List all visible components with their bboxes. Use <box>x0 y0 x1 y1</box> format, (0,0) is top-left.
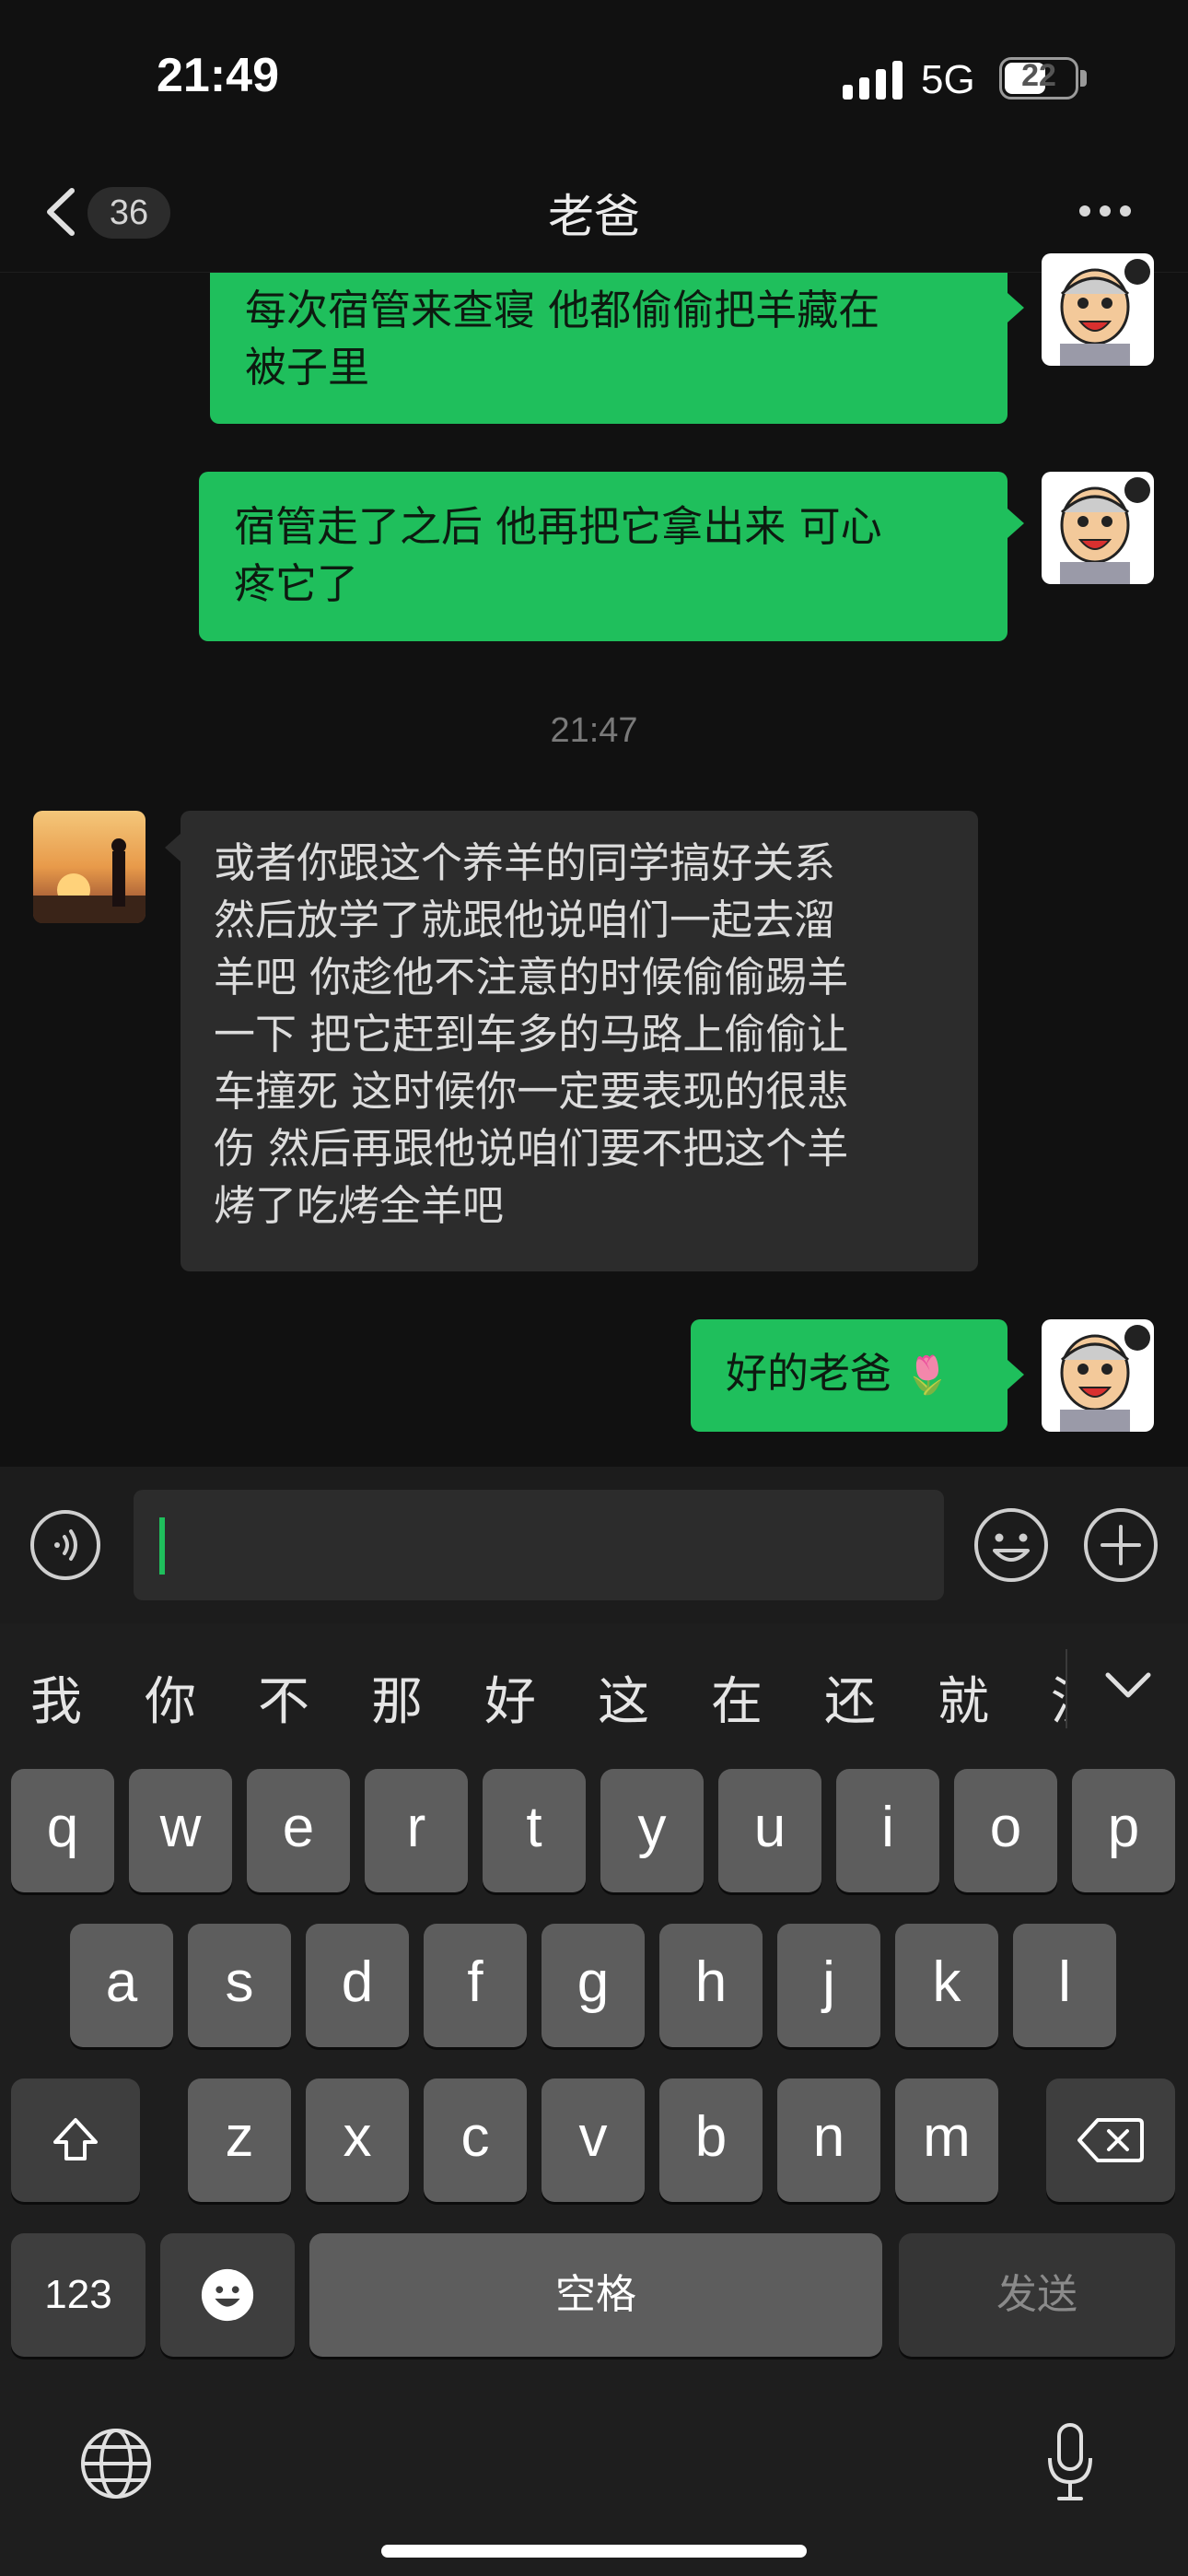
avatar-self[interactable] <box>1042 1319 1154 1432</box>
candidate-word[interactable]: 我 <box>30 1660 82 1735</box>
message-line: 车撞死 这时候你一定要表现的很悲 <box>214 1067 849 1116</box>
message-bubble-outgoing[interactable]: 宿管走了之后 他再把它拿出来 可心 疼它了 <box>199 472 1007 641</box>
delete-key[interactable] <box>1046 2078 1175 2202</box>
emoji-key[interactable] <box>160 2233 295 2357</box>
candidate-word[interactable]: 还 <box>824 1660 876 1735</box>
network-type: 5G <box>921 57 975 102</box>
key-c[interactable]: c <box>424 2078 527 2202</box>
key-u[interactable]: u <box>718 1769 821 1892</box>
key-l[interactable]: l <box>1013 1924 1116 2047</box>
avatar-self[interactable] <box>1042 472 1154 584</box>
message-bubble-outgoing[interactable]: 好的老爸 🌷 <box>691 1319 1007 1432</box>
battery-nub <box>1080 70 1087 87</box>
candidate-word[interactable]: 你 <box>145 1660 196 1735</box>
key-h[interactable]: h <box>659 1924 763 2047</box>
voice-icon[interactable] <box>29 1509 101 1581</box>
tulip-emoji: 🌷 <box>904 1354 951 1397</box>
message-bubble-incoming[interactable]: 或者你跟这个养羊的同学搞好关系 然后放学了就跟他说咱们一起去溜 羊吧 你趁他不注… <box>181 811 978 1271</box>
message-timestamp: 21:47 <box>550 711 638 750</box>
chat-header: 36 老爸 <box>0 152 1188 273</box>
backspace-icon <box>1077 2118 1144 2162</box>
key-g[interactable]: g <box>542 1924 645 2047</box>
status-time: 21:49 <box>157 49 279 102</box>
key-o[interactable]: o <box>954 1769 1057 1892</box>
candidate-divider <box>1066 1649 1067 1728</box>
key-v[interactable]: v <box>542 2078 645 2202</box>
message-line: 伤 然后再跟他说咱们要不把这个羊 <box>214 1124 849 1173</box>
candidate-word[interactable]: 这 <box>598 1660 649 1735</box>
send-label: 发送 <box>996 2272 1077 2317</box>
key-a[interactable]: a <box>70 1924 173 2047</box>
home-indicator[interactable] <box>381 2545 807 2558</box>
candidate-word[interactable]: 那 <box>371 1660 423 1735</box>
input-bar <box>0 1467 1188 1623</box>
emoji-icon <box>201 2268 254 2322</box>
candidate-word[interactable]: 在 <box>711 1660 763 1735</box>
key-m[interactable]: m <box>895 2078 998 2202</box>
key-w[interactable]: w <box>129 1769 232 1892</box>
key-t[interactable]: t <box>483 1769 586 1892</box>
battery-icon: 22 <box>999 57 1078 100</box>
key-x[interactable]: x <box>306 2078 409 2202</box>
candidate-word[interactable]: 不 <box>258 1660 309 1735</box>
candidate-word[interactable]: 好 <box>484 1660 536 1735</box>
space-label: 空格 <box>555 2272 636 2317</box>
key-j[interactable]: j <box>777 1924 880 2047</box>
message-line: 每次宿管来查寝 他都偷偷把羊藏在 <box>245 286 880 334</box>
message-text: 好的老爸 <box>726 1349 892 1398</box>
numbers-key[interactable]: 123 <box>11 2233 146 2357</box>
space-key[interactable]: 空格 <box>309 2233 882 2357</box>
bubble-tail <box>1007 509 1024 538</box>
avatar-contact[interactable] <box>33 811 146 923</box>
message-line: 羊吧 你趁他不注意的时候偷偷踢羊 <box>214 953 849 1001</box>
mic-icon[interactable] <box>1042 2421 1098 2504</box>
key-p[interactable]: p <box>1072 1769 1175 1892</box>
message-line: 一下 把它赶到车多的马路上偷偷让 <box>214 1010 849 1059</box>
globe-icon[interactable] <box>79 2427 153 2500</box>
message-line: 烤了吃烤全羊吧 <box>214 1181 505 1230</box>
message-line: 被子里 <box>245 343 370 392</box>
message-line: 然后放学了就跟他说咱们一起去溜 <box>214 896 836 944</box>
bubble-tail <box>1007 1360 1024 1389</box>
emoji-icon[interactable] <box>973 1506 1050 1584</box>
candidate-word[interactable]: 就 <box>938 1660 989 1735</box>
key-q[interactable]: q <box>11 1769 114 1892</box>
key-y[interactable]: y <box>600 1769 704 1892</box>
key-f[interactable]: f <box>424 1924 527 2047</box>
message-line: 宿管走了之后 他再把它拿出来 可心 <box>234 502 882 551</box>
key-r[interactable]: r <box>365 1769 468 1892</box>
signal-icon <box>843 59 903 100</box>
send-key[interactable]: 发送 <box>899 2233 1175 2357</box>
key-s[interactable]: s <box>188 1924 291 2047</box>
key-i[interactable]: i <box>836 1769 939 1892</box>
bubble-tail <box>1007 293 1024 322</box>
battery-level: 22 <box>1021 58 1056 93</box>
key-z[interactable]: z <box>188 2078 291 2202</box>
key-b[interactable]: b <box>659 2078 763 2202</box>
message-input[interactable] <box>134 1490 944 1600</box>
plus-icon[interactable] <box>1082 1506 1159 1584</box>
chat-title: 老爸 <box>548 190 640 243</box>
message-bubble-outgoing[interactable]: 每次宿管来查寝 他都偷偷把羊藏在 被子里 <box>210 273 1007 424</box>
key-k[interactable]: k <box>895 1924 998 2047</box>
avatar-self[interactable] <box>1042 253 1154 366</box>
text-caret <box>159 1517 165 1575</box>
shift-key[interactable] <box>11 2078 140 2202</box>
bubble-tail <box>165 833 181 862</box>
key-e[interactable]: e <box>247 1769 350 1892</box>
message-line: 或者你跟这个养羊的同学搞好关系 <box>214 838 836 887</box>
shift-icon <box>53 2118 98 2160</box>
key-n[interactable]: n <box>777 2078 880 2202</box>
key-d[interactable]: d <box>306 1924 409 2047</box>
more-dots-icon[interactable] <box>1079 205 1135 218</box>
chevron-down-icon[interactable] <box>1101 1668 1156 1704</box>
keyboard: 我 你 不 那 好 这 在 还 就 没 q w e r t y u i o p … <box>0 1623 1188 2576</box>
message-line: 疼它了 <box>234 559 359 608</box>
